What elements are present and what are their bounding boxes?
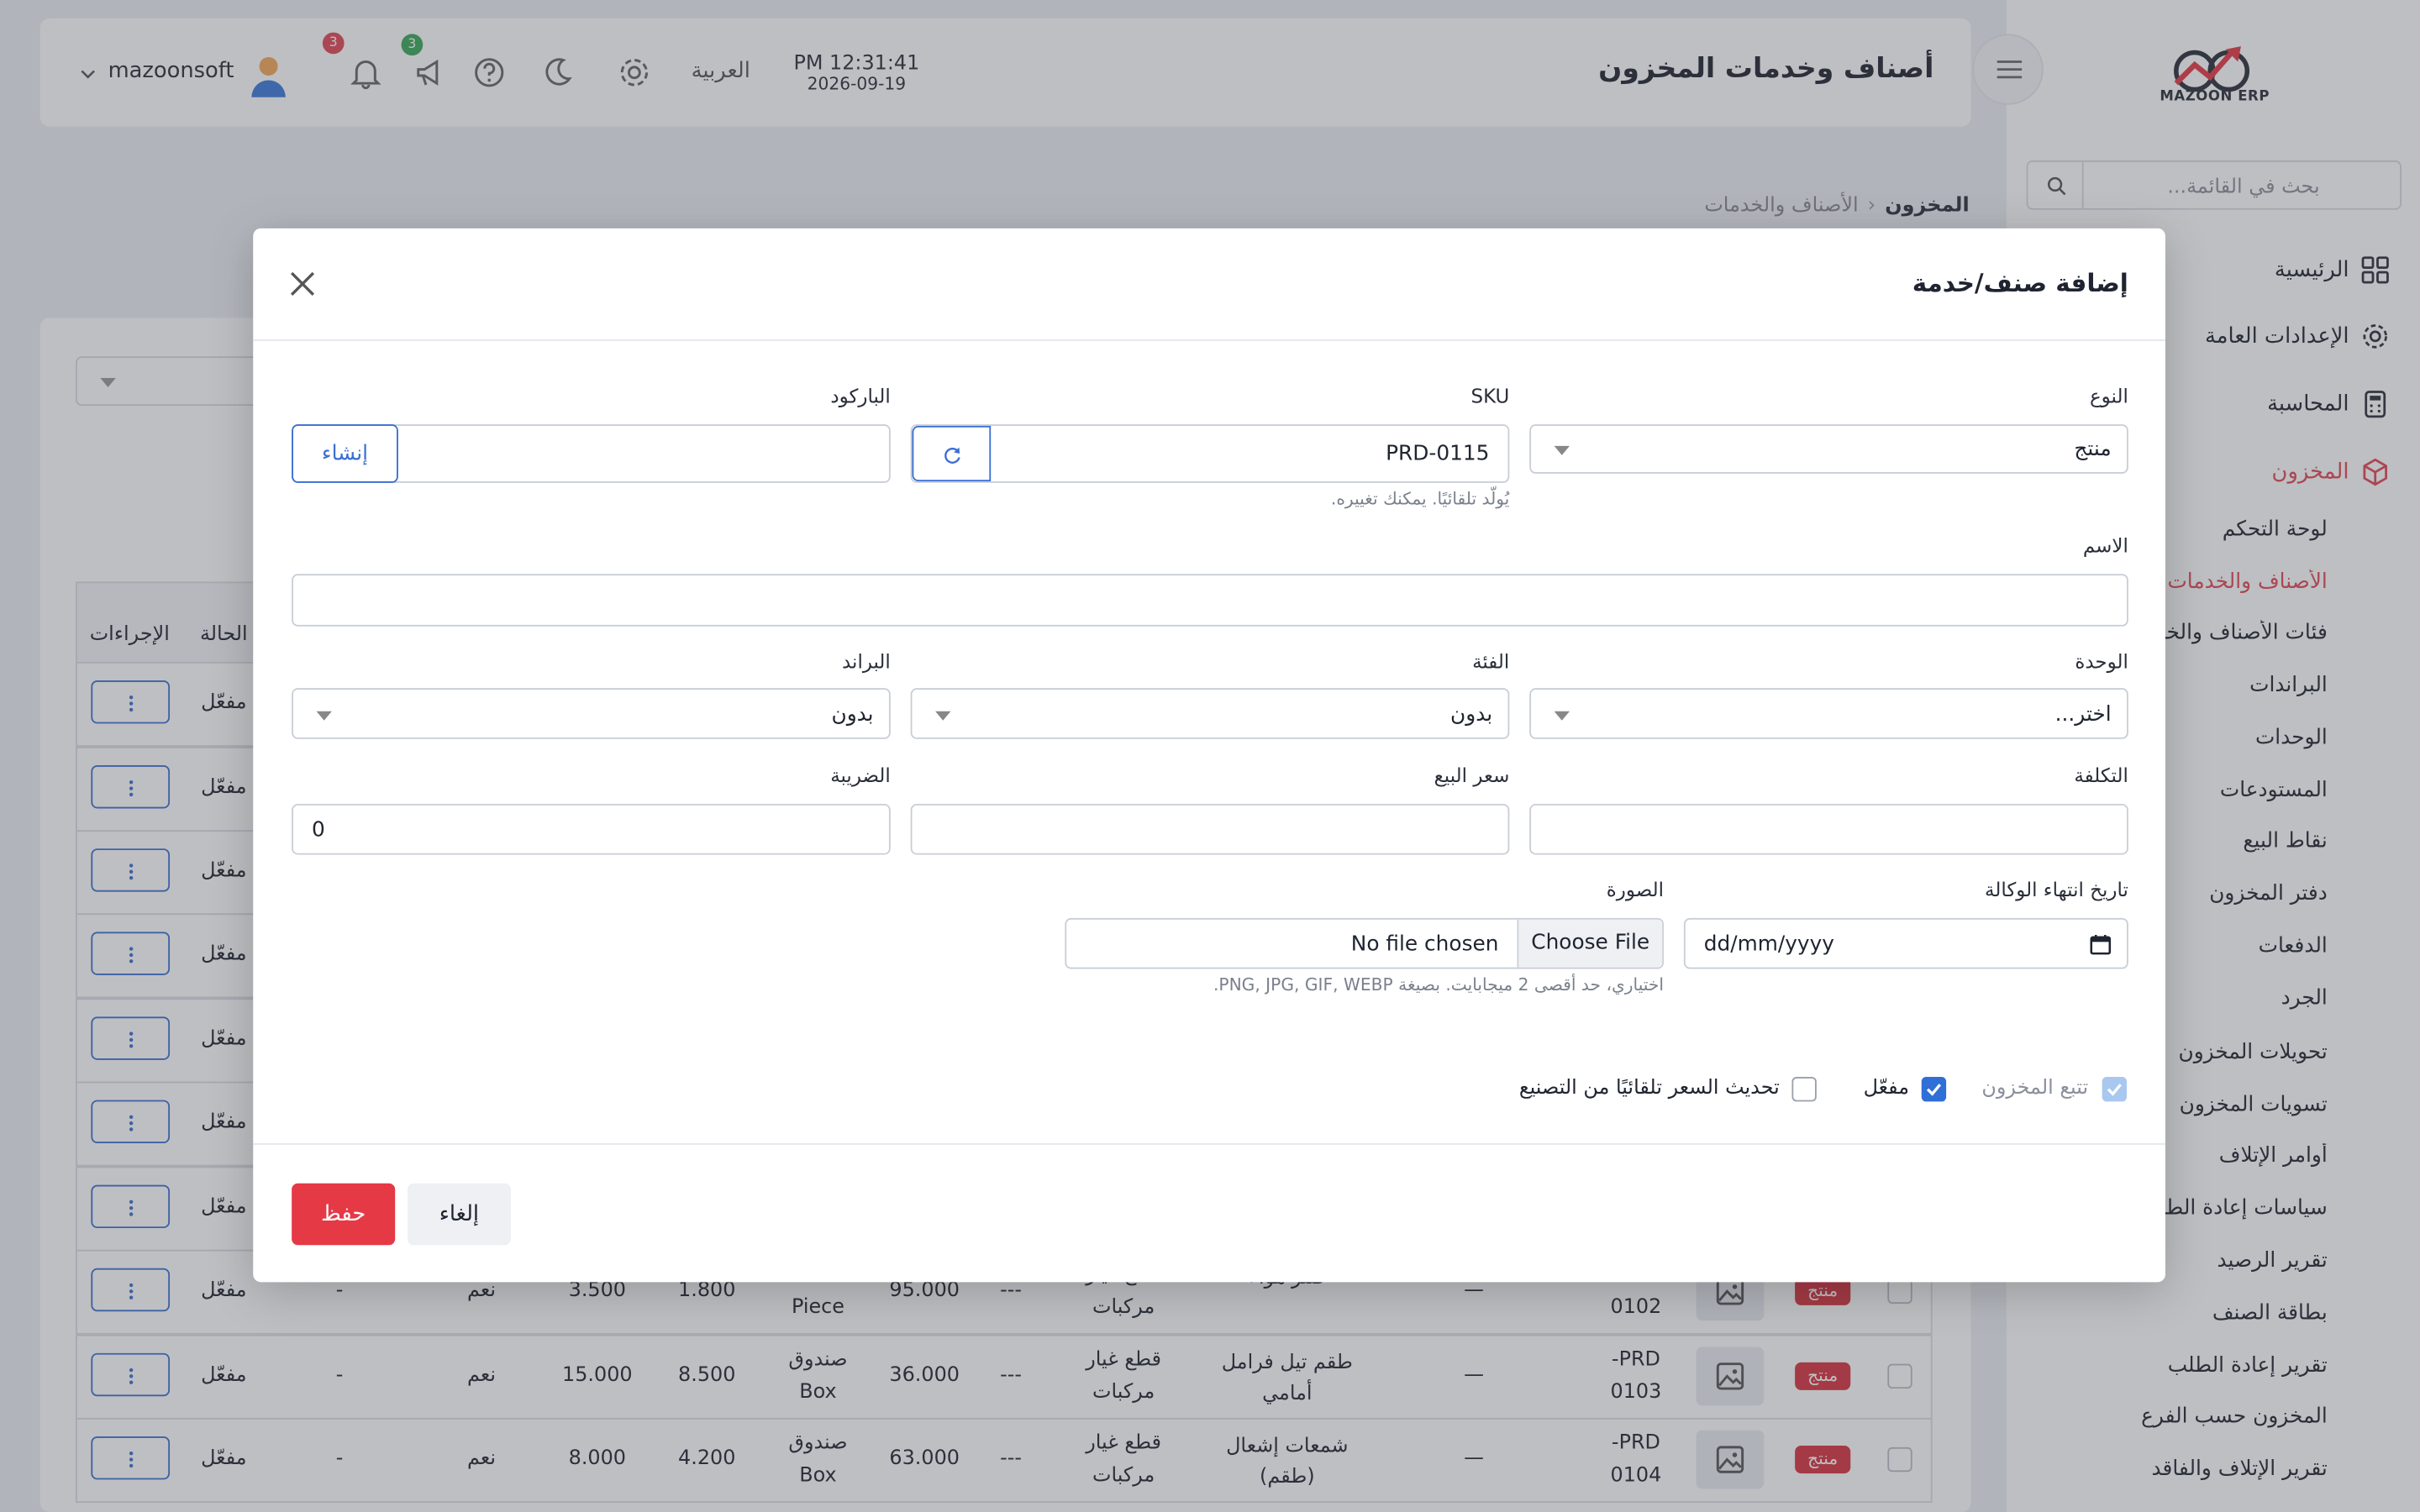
no-file-text: No file chosen <box>1350 932 1499 957</box>
unit-select[interactable]: اختر... <box>1529 688 2128 739</box>
unit-value: اختر... <box>2054 701 2112 727</box>
image-file-input[interactable]: Choose File No file chosen <box>1065 917 1665 969</box>
close-icon[interactable] <box>284 265 321 302</box>
cancel-button[interactable]: إلغاء <box>407 1183 511 1246</box>
cost-label: التكلفة <box>2074 764 2128 787</box>
barcode-label: الباركود <box>830 384 891 407</box>
tax-value: 0 <box>312 817 325 843</box>
sku-regenerate-button[interactable] <box>912 425 992 482</box>
image-hint: اختياري، حد أقصى 2 ميجابايت. بصيغة PNG, … <box>1213 974 1665 995</box>
check-icon <box>2107 1084 2122 1096</box>
barcode-generate-button[interactable]: إنشاء <box>292 424 398 483</box>
brand-value: بدون <box>831 701 874 727</box>
refresh-icon <box>944 447 960 464</box>
warranty-date-placeholder: dd/mm/yyyy <box>1703 932 1834 957</box>
sku-hint: يُولّد تلقائيًا. يمكنك تغييره. <box>1330 489 1510 510</box>
check-icon <box>1926 1084 1942 1096</box>
barcode-field[interactable]: إنشاء <box>292 424 891 483</box>
save-button[interactable]: حفظ <box>292 1183 396 1246</box>
track-stock-checkbox[interactable] <box>2102 1077 2128 1102</box>
auto-price-checkbox[interactable] <box>1791 1077 1817 1102</box>
category-select[interactable]: بدون <box>910 688 1510 739</box>
category-label: الفئة <box>1472 649 1510 673</box>
sku-field[interactable]: PRD-0115 <box>910 424 1510 483</box>
tax-label: الضريبة <box>830 764 891 787</box>
type-select[interactable]: منتج <box>1529 424 2128 474</box>
auto-price-label: تحديث السعر تلقائيًا من التصنيع <box>1518 1077 1780 1100</box>
image-label: الصورة <box>1606 878 1665 901</box>
chevron-down-icon <box>1554 711 1570 721</box>
active-label: مفعّل <box>1863 1077 1910 1100</box>
unit-label: الوحدة <box>2075 649 2128 673</box>
sku-label: SKU <box>1470 384 1510 407</box>
type-label: النوع <box>2089 384 2128 407</box>
price-field[interactable] <box>910 803 1510 855</box>
choose-file-button[interactable]: Choose File <box>1517 919 1663 968</box>
track-stock-label: تتبع المخزون <box>1981 1077 2089 1100</box>
cost-field[interactable] <box>1529 803 2128 855</box>
sku-value: PRD-0115 <box>1386 441 1490 466</box>
name-label: الاسم <box>2082 533 2128 558</box>
category-value: بدون <box>1450 701 1493 727</box>
price-label: سعر البيع <box>1434 764 1510 787</box>
modal-title: إضافة صنف/خدمة <box>1912 268 2128 298</box>
name-field[interactable] <box>292 574 2128 627</box>
brand-select[interactable]: بدون <box>292 688 891 739</box>
chevron-down-icon <box>316 711 332 721</box>
warranty-label: تاريخ انتهاء الوكالة <box>1985 878 2128 901</box>
modal-header-divider <box>253 339 2165 341</box>
modal-footer-divider <box>253 1143 2165 1145</box>
chevron-down-icon <box>935 711 951 721</box>
brand-label: البراند <box>841 649 891 673</box>
chevron-down-icon <box>1554 445 1570 455</box>
add-item-modal: إضافة صنف/خدمة النوع منتج SKU PRD-0115 ي… <box>253 228 2165 1283</box>
active-checkbox[interactable] <box>1921 1077 1947 1102</box>
tax-field[interactable]: 0 <box>292 803 891 855</box>
warranty-date-field[interactable]: dd/mm/yyyy <box>1683 917 2128 969</box>
type-value: منتج <box>2074 436 2112 462</box>
calendar-icon[interactable] <box>2090 933 2112 955</box>
